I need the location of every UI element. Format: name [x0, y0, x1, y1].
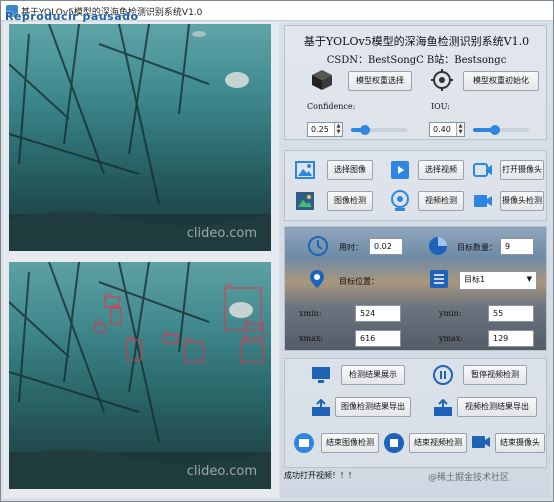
main-window: 基于YOLOv5模型的深海鱼检测识别系统V1.0 Reproducir paus… — [0, 0, 554, 502]
right-panel: 基于YOLOv5模型的深海鱼检测识别系统V1.0 CSDN：BestSongC … — [280, 22, 551, 498]
spin-arrows-icon[interactable]: ▲ ▼ — [456, 123, 464, 136]
time-label: 用时： — [339, 243, 363, 252]
detection-label: fish — [185, 337, 193, 342]
video-watermark: clideo.com — [186, 464, 257, 479]
detection-label: fish — [105, 292, 113, 297]
export-icon — [312, 399, 330, 416]
camera-icon — [473, 163, 492, 177]
time-field: 0.02 — [369, 238, 403, 255]
ymin-label: ymin: — [439, 309, 462, 318]
iou-slider-handle[interactable] — [490, 125, 500, 135]
xmax-label: xmax: — [299, 334, 324, 343]
camera-detect-button[interactable]: 摄像头检测 — [500, 191, 544, 211]
confidence-label: Confidence: — [307, 102, 356, 111]
position-label: 目标位置： — [339, 277, 379, 286]
stop-camera-icon — [472, 436, 490, 448]
xmin-field: 524 — [355, 305, 401, 322]
iou-slider[interactable] — [473, 125, 529, 135]
pause-video-button[interactable]: 暂停视频检测 — [463, 365, 527, 385]
select-video-button[interactable]: 选择视频 — [418, 160, 464, 180]
spin-arrows-icon[interactable]: ▲ ▼ — [334, 123, 342, 136]
ymax-field: 129 — [488, 330, 534, 347]
iou-spinbox[interactable]: 0.40 ▲ ▼ — [429, 122, 465, 137]
xmin-label: xmin: — [299, 309, 322, 318]
app-title: 基于YOLOv5模型的深海鱼检测识别系统V1.0 — [303, 35, 530, 48]
select-weight-button[interactable]: 模型权重选择 — [348, 71, 412, 91]
select-image-button[interactable]: 选择图像 — [327, 160, 373, 180]
confidence-spinbox[interactable]: 0.25 ▲ ▼ — [307, 122, 343, 137]
export-image-results-button[interactable]: 图像检测结果导出 — [335, 397, 411, 417]
source-view: clideo.com — [9, 24, 271, 251]
confidence-slider[interactable] — [351, 125, 407, 135]
show-results-button[interactable]: 检测结果展示 — [341, 365, 405, 385]
end-camera-button[interactable]: 结束摄像头 — [495, 433, 545, 453]
target-select-value: 目标1 — [464, 275, 486, 284]
status-message: 成功打开视频！！！ — [284, 471, 356, 480]
clock-icon — [308, 236, 328, 256]
detection-label: fish — [95, 319, 103, 324]
ymax-label: ymax: — [439, 334, 464, 343]
end-video-detect-button[interactable]: 结束视频检测 — [409, 433, 467, 453]
confidence-slider-handle[interactable] — [360, 125, 370, 135]
monitor-icon — [312, 367, 330, 383]
detection-box — [110, 307, 122, 325]
video-camera-icon — [474, 195, 492, 207]
video-watermark: clideo.com — [186, 226, 257, 241]
detection-box — [240, 341, 264, 363]
image-detect-button[interactable]: 图像检测 — [327, 191, 373, 211]
detection-box — [94, 323, 106, 333]
image-detect-icon — [296, 192, 314, 210]
xmax-field: 616 — [355, 330, 401, 347]
author-info: CSDN：BestSongC B站：Bestsongc — [326, 55, 507, 66]
source-frame — [9, 24, 271, 251]
fish-shape — [225, 72, 249, 88]
open-camera-button[interactable]: 打开摄像头 — [500, 160, 544, 180]
webcam-icon — [391, 190, 409, 211]
count-label: 目标数量： — [457, 243, 497, 252]
result-view: fish fish fish fish fish fish fish fish … — [9, 262, 271, 489]
detection-box — [184, 341, 204, 363]
video-file-icon — [391, 161, 409, 179]
detection-box — [244, 323, 264, 339]
location-icon — [310, 270, 324, 288]
end-image-detect-button[interactable]: 结束图像检测 — [321, 433, 379, 453]
export-video-results-button[interactable]: 视频检测结果导出 — [457, 397, 537, 417]
detection-label: fish — [164, 330, 172, 335]
ymin-field: 55 — [488, 305, 534, 322]
detection-label: fish — [111, 303, 119, 308]
source-section: 选择图像 选择视频 打开摄像头 图像检测 视频检测 摄像头检测 — [284, 150, 547, 221]
video-detect-button[interactable]: 视频检测 — [418, 191, 464, 211]
iou-value: 0.40 — [433, 125, 451, 134]
chevron-down-icon: ▼ — [526, 275, 532, 283]
results-section: 用时： 0.02 目标数量： 9 目标位置： 目标1 ▼ xmin: 524 y… — [284, 226, 547, 351]
count-field: 9 — [500, 238, 534, 255]
model-settings-section: 基于YOLOv5模型的深海鱼检测识别系统V1.0 CSDN：BestSongC … — [284, 25, 547, 140]
pause-icon — [433, 365, 453, 385]
cube-icon — [312, 70, 332, 90]
stop-video-icon — [384, 433, 404, 453]
detection-box — [163, 334, 179, 344]
detection-label: fish — [127, 335, 135, 340]
image-icon — [295, 161, 315, 179]
pie-chart-icon — [429, 237, 447, 255]
confidence-value: 0.25 — [311, 125, 329, 134]
left-panel: clideo.com fish fish fish fish fish fish… — [3, 22, 279, 498]
site-watermark: @稀土掘金技术社区 — [428, 473, 510, 483]
detection-label: fish — [245, 319, 253, 324]
iou-label: IOU: — [431, 102, 450, 111]
gear-icon — [431, 69, 453, 91]
stop-image-icon — [294, 433, 314, 453]
detection-label: fish — [225, 283, 233, 288]
export-icon — [434, 399, 452, 416]
list-icon — [430, 270, 448, 288]
actions-section: 检测结果展示 暂停视频检测 图像检测结果导出 视频检测结果导出 结束图像检测 结… — [284, 358, 547, 468]
detection-label: fish — [241, 337, 249, 342]
init-weight-button[interactable]: 模型权重初始化 — [463, 71, 539, 91]
target-select[interactable]: 目标1 ▼ — [459, 271, 537, 290]
result-frame: fish fish fish fish fish fish fish fish … — [9, 262, 271, 489]
